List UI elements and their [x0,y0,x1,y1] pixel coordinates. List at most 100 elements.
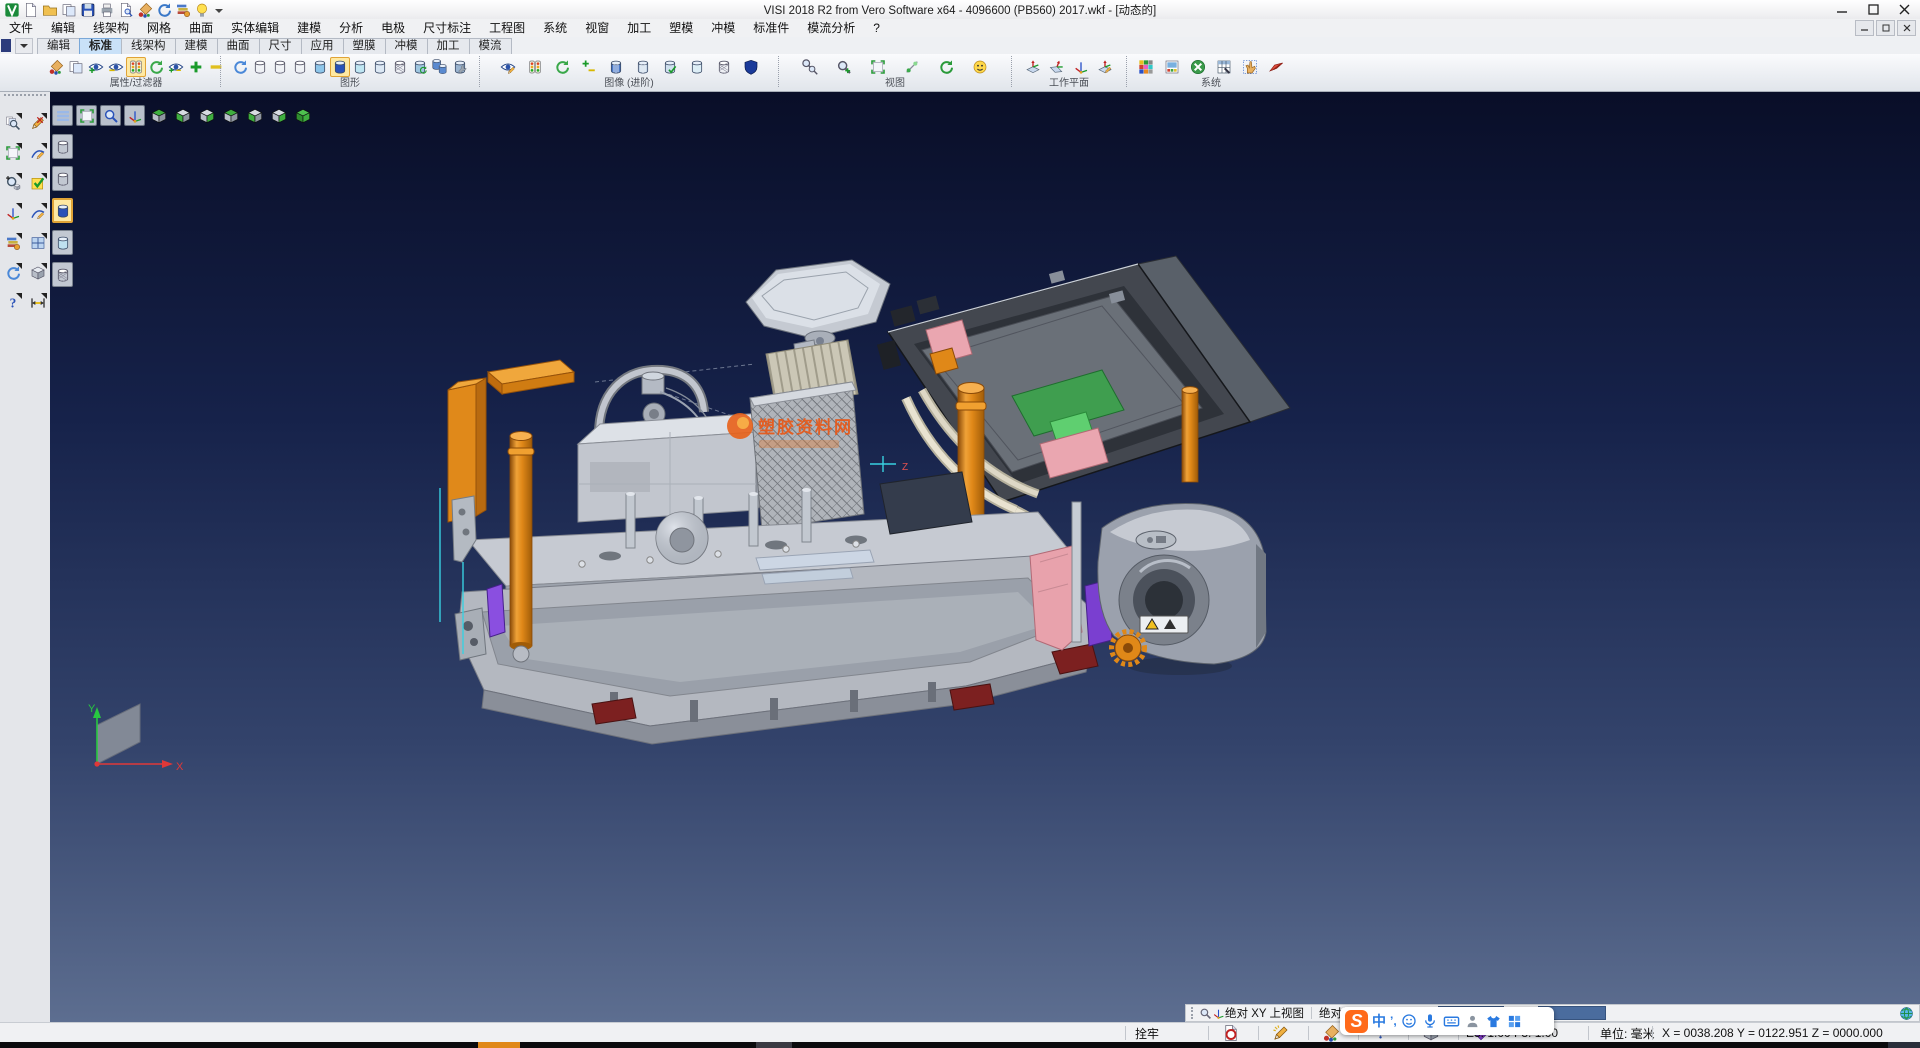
confirm-selection-button[interactable] [26,171,49,194]
axes-display-button[interactable] [124,105,145,126]
menu-help[interactable]: ? [864,19,889,37]
refresh-view-button[interactable] [936,57,956,77]
axes-small-icon[interactable] [1212,1007,1225,1020]
zoom-dynamic-button[interactable] [100,105,121,126]
tab-dimension[interactable]: 尺寸 [259,38,302,54]
close-button[interactable] [1889,1,1920,19]
menu-wireframe[interactable]: 线架构 [84,19,138,37]
copy-graphics-button[interactable] [430,57,450,77]
tab-mould[interactable]: 塑膜 [343,38,386,54]
stamp-tool-button[interactable] [1322,1023,1340,1043]
tab-flow[interactable]: 模流 [469,38,512,54]
tab-application[interactable]: 应用 [301,38,344,54]
hide-entities-button[interactable] [106,57,126,77]
menu-edit[interactable]: 编辑 [42,19,84,37]
protected-render-button[interactable] [741,57,761,77]
selection-window-button[interactable] [1,141,24,164]
mesh-view-button[interactable] [390,57,410,77]
attribute-table-button[interactable] [1214,57,1234,77]
ime-punctuation-toggle[interactable]: ’, [1390,1014,1397,1028]
taskbar-tray[interactable] [1888,1042,1920,1048]
taskbar-app-orange[interactable] [478,1042,520,1048]
view-bottom-button[interactable] [268,105,289,126]
menu-system[interactable]: 系统 [534,19,576,37]
spline-edit-button[interactable] [26,201,49,224]
zoom-preview-button[interactable] [1,111,24,134]
regen-solid-button[interactable] [410,57,430,77]
refresh-button[interactable] [155,2,173,18]
tab-progress[interactable]: 冲模 [385,38,428,54]
modify-attributes-button[interactable] [46,57,66,77]
graphics-tools-button[interactable] [450,57,470,77]
child-restore-button[interactable] [1876,20,1895,36]
save-file-button[interactable] [79,2,97,18]
image-filters-button[interactable] [525,57,545,77]
wireframe-mode-button[interactable] [52,134,73,159]
ime-skin-button[interactable] [1485,1013,1502,1030]
edit-image-button[interactable] [498,57,518,77]
layer-stack-button[interactable] [174,2,192,18]
ime-logo[interactable]: S [1345,1010,1368,1033]
ghost-mode-button[interactable] [52,262,73,287]
menu-file[interactable]: 文件 [0,19,42,37]
ime-language-toggle[interactable]: 中 [1372,1011,1386,1031]
cursor-mode-icon[interactable] [1199,1007,1212,1020]
regenerate-button[interactable] [146,57,166,77]
color-palette-button[interactable] [136,2,154,18]
workplane-edit-button[interactable] [1095,57,1115,77]
view-isometric-button[interactable] [292,105,313,126]
child-minimize-button[interactable] [1855,20,1874,36]
toolbar-grip[interactable] [4,94,46,105]
tab-edit[interactable]: 编辑 [37,38,80,54]
view-front-button[interactable] [220,105,241,126]
tab-modeling[interactable]: 建模 [175,38,218,54]
ime-emoji-button[interactable] [1401,1013,1418,1030]
zoom-dynamic-button[interactable] [800,57,820,77]
zoom-fit-button[interactable] [76,105,97,126]
hint-bulb-button[interactable] [193,2,211,18]
tab-wireframe[interactable]: 线架构 [121,38,176,54]
shaded-edges-view-button[interactable] [330,57,350,77]
move-ucs-button[interactable] [1,201,24,224]
menu-mesh[interactable]: 网格 [138,19,180,37]
image-toggle-button[interactable] [579,57,599,77]
workplane-rotate-button[interactable] [1047,57,1067,77]
selection-wand-button[interactable] [1272,1023,1290,1043]
tab-machining[interactable]: 加工 [427,38,470,54]
hidden-line-view-button[interactable] [270,57,290,77]
child-close-button[interactable] [1897,20,1916,36]
menu-flow-analysis[interactable]: 模流分析 [798,19,864,37]
taskbar-app-gray[interactable] [756,1042,792,1048]
zoom-extents-button[interactable] [834,57,854,77]
ime-account-button[interactable] [1464,1013,1481,1030]
shaded-mode-button[interactable] [52,198,73,223]
tab-surface[interactable]: 曲面 [217,38,260,54]
view-right-button[interactable] [196,105,217,126]
more-commands-caret-icon[interactable] [215,9,223,17]
minimize-button[interactable] [1827,1,1858,19]
flat-view-button[interactable] [370,57,390,77]
plot-preview-button[interactable] [1222,1023,1240,1043]
attribute-filters-button[interactable] [126,57,146,77]
layer-manager-button[interactable] [1,231,24,254]
menu-drawing[interactable]: 工程图 [480,19,534,37]
workplane-axis-button[interactable] [1071,57,1091,77]
shaded-view-button[interactable] [310,57,330,77]
print-button[interactable] [98,2,116,18]
tab-dropdown-button[interactable] [15,38,33,54]
context-help-button[interactable] [1,291,24,314]
wireframe-view-button[interactable] [250,57,270,77]
units-label[interactable]: 单位: 毫米 [1600,1023,1655,1043]
solid-display-button[interactable] [26,261,49,284]
image-regen-button[interactable] [552,57,572,77]
hidden-line-mode-button[interactable] [52,166,73,191]
workplane-standard-button[interactable] [1023,57,1043,77]
render-view-button[interactable] [970,57,990,77]
glass-render-button[interactable] [687,57,707,77]
viewbar-grip[interactable] [1191,1007,1193,1019]
graphics-viewport[interactable]: Z 塑胶资料网 Y X [50,92,1920,1022]
view-back-button[interactable] [244,105,265,126]
menu-surface[interactable]: 曲面 [180,19,222,37]
textured-render-button[interactable] [606,57,626,77]
open-folder-button[interactable] [41,2,59,18]
